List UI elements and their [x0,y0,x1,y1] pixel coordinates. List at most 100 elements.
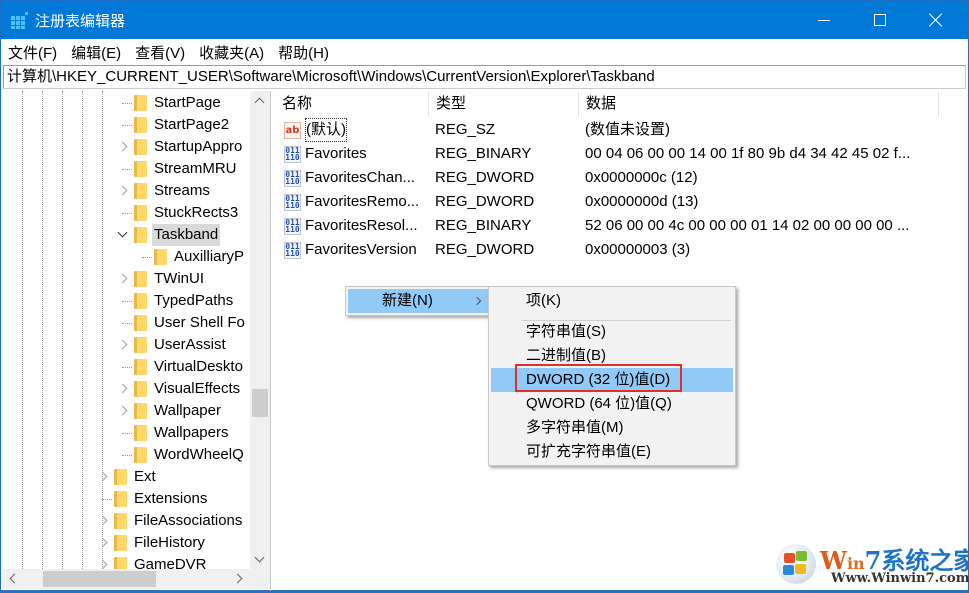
value-row[interactable]: 011 110 FavoritesRemo... REG_DWORD 0x0000000… [275,190,965,214]
value-row[interactable]: 011 110 FavoritesChan... REG_DWORD 0x0000000… [275,166,965,190]
tree-item[interactable]: StartPage2 [3,114,248,136]
tree-item[interactable]: Wallpaper [3,400,248,422]
folder-icon [134,183,147,199]
tree-item[interactable]: Wallpapers [3,422,248,444]
tree-item[interactable]: Extensions [3,488,248,510]
tree-vscroll-thumb[interactable] [252,389,268,417]
string-value-icon: ab [284,122,301,139]
binary-value-icon: 011 110 [284,218,301,235]
menu-item-qword-value[interactable]: QWORD (64 位)值(Q) [491,392,733,416]
tree-item-label: Wallpapers [154,424,229,441]
value-row[interactable]: 011 110 Favorites REG_BINARY 00 04 06 00 00 … [275,142,965,166]
menu-favorites[interactable]: 收藏夹(A) [199,42,264,63]
tree-item[interactable]: Streams [3,180,248,202]
value-row[interactable]: 011 110 FavoritesResol... REG_BINARY 52 06 0… [275,214,965,238]
column-header-data[interactable]: 数据 [579,91,939,117]
value-data: (数值未设置) [585,121,670,138]
scroll-down-icon[interactable] [250,551,270,569]
tree-item-label: User Shell Fo [154,314,245,331]
tree-item[interactable]: TWinUI [3,268,248,290]
menu-item-new[interactable]: 新建(N) [348,289,489,313]
menu-item-key[interactable]: 项(K) [491,289,733,313]
tree-horizontal-scrollbar[interactable] [3,569,250,589]
tree-item[interactable]: StartPage [3,92,248,114]
value-row[interactable]: ab (默认) REG_SZ (数值未设置) [275,118,965,142]
chevron-down-icon[interactable] [118,229,128,241]
chevron-right-icon[interactable] [118,141,128,153]
tree-item[interactable]: Ext [3,466,248,488]
tree-item[interactable]: StuckRects3 [3,202,248,224]
tree-vertical-scrollbar[interactable] [250,91,270,569]
chevron-right-icon[interactable] [98,471,108,483]
tree-item[interactable]: StartupAppro [3,136,248,158]
watermark-url: Www.Winwin7.com [831,571,969,586]
registry-editor-window: 注册表编辑器 文件(F) 编辑(E) 查看(V) 收藏夹(A) 帮助(H) 计算… [0,0,969,593]
title-bar: 注册表编辑器 [1,1,968,39]
chevron-right-icon[interactable] [118,185,128,197]
value-name: FavoritesChan... [305,169,416,186]
value-data: 0x0000000d (13) [585,193,699,210]
address-bar[interactable]: 计算机\HKEY_CURRENT_USER\Software\Microsoft… [3,65,966,89]
tree-item[interactable]: FileHistory [3,532,248,554]
folder-icon [114,491,127,507]
menu-item-string-value[interactable]: 字符串值(S) [491,320,733,344]
column-header-name[interactable]: 名称 [275,91,429,117]
folder-icon [134,337,147,353]
folder-icon [134,381,147,397]
folder-icon [134,447,147,463]
folder-icon [134,205,147,221]
menu-edit[interactable]: 编辑(E) [71,42,121,63]
menu-file[interactable]: 文件(F) [8,42,57,63]
menu-item-multi-string-value[interactable]: 多字符串值(M) [491,416,733,440]
chevron-right-icon[interactable] [118,273,128,285]
menu-item-new-label: 新建(N) [382,292,433,309]
tree-item[interactable]: AuxilliaryP [3,246,248,268]
chevron-right-icon[interactable] [98,537,108,549]
tree-item[interactable]: Taskband [3,224,248,246]
chevron-right-icon[interactable] [118,339,128,351]
maximize-button[interactable] [857,1,903,39]
tree-item[interactable]: VirtualDeskto [3,356,248,378]
value-data: 0x00000003 (3) [585,241,691,258]
column-header-type[interactable]: 类型 [429,91,579,117]
scroll-up-icon[interactable] [250,91,270,109]
tree-item[interactable]: User Shell Fo [3,312,248,334]
tree-item[interactable]: WordWheelQ [3,444,248,466]
tree-item[interactable]: FileAssociations [3,510,248,532]
tree-hscroll-thumb[interactable] [43,571,156,587]
tree-item-label: Extensions [134,490,208,507]
chevron-right-icon[interactable] [98,559,108,569]
scroll-right-icon[interactable] [230,569,250,589]
submenu-arrow-icon [472,296,482,306]
close-icon [929,13,943,27]
chevron-right-icon[interactable] [118,405,128,417]
folder-icon [134,315,147,331]
menu-help[interactable]: 帮助(H) [278,42,329,63]
minimize-icon [818,19,830,21]
tree-item[interactable]: UserAssist [3,334,248,356]
value-type: REG_DWORD [435,193,535,210]
scroll-left-icon[interactable] [3,569,23,589]
tree-item-label: StreamMRU [154,160,237,177]
tree-item[interactable]: VisualEffects [3,378,248,400]
tree-item-label: Wallpaper [154,402,221,419]
value-row[interactable]: 011 110 FavoritesVersion REG_DWORD 0x0000000… [275,238,965,262]
tree-item[interactable]: StreamMRU [3,158,248,180]
tree-item[interactable]: TypedPaths [3,290,248,312]
folder-icon [134,403,147,419]
menu-bar: 文件(F) 编辑(E) 查看(V) 收藏夹(A) 帮助(H) [1,39,968,65]
annotation-highlight-box [515,364,682,392]
tree-item[interactable]: GameDVR [3,554,248,569]
tree-item-label: Taskband [152,224,221,246]
chevron-right-icon[interactable] [98,515,108,527]
close-button[interactable] [913,1,959,39]
scrollbar-corner [250,569,270,589]
minimize-button[interactable] [801,1,847,39]
menu-view[interactable]: 查看(V) [135,42,185,63]
chevron-right-icon[interactable] [118,383,128,395]
tree-item-label: StartupAppro [154,138,243,155]
maximize-icon [874,14,886,26]
menu-item-expandable-string-value[interactable]: 可扩充字符串值(E) [491,440,733,464]
value-name: FavoritesRemo... [305,193,420,210]
value-type: REG_DWORD [435,169,535,186]
